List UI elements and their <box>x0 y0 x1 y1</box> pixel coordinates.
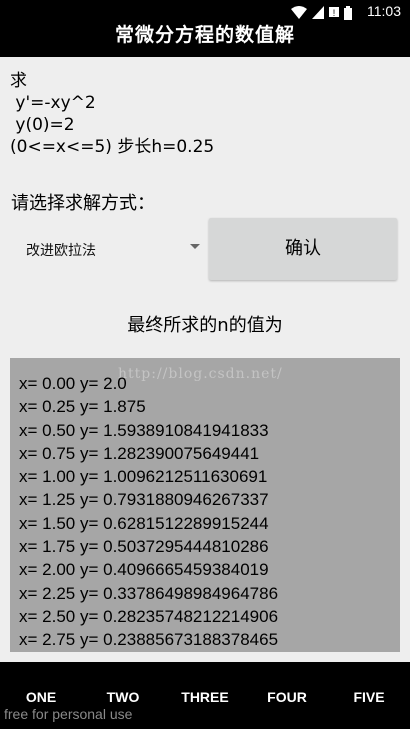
method-spinner[interactable]: 改进欧拉法 <box>11 229 204 269</box>
result-row: x= 0.75 y= 1.282390075649441 <box>19 443 260 463</box>
result-heading: 最终所求的n的值为 <box>127 315 283 336</box>
status-icons: ! <box>291 5 352 20</box>
result-text-area[interactable]: http://blog.csdn.net/ x= 0.00 y= 2.0 x= … <box>10 358 400 652</box>
result-row: x= 2.75 y= 0.23885673188378465 <box>19 630 279 650</box>
confirm-button[interactable]: 确认 <box>209 218 397 280</box>
problem-line: y(0)=2 <box>10 115 75 135</box>
tab-three[interactable]: THREE <box>164 689 246 705</box>
battery-icon <box>344 5 352 20</box>
result-row: x= 2.50 y= 0.28235748212214906 <box>19 606 279 626</box>
method-spinner-value: 改进欧拉法 <box>26 243 96 259</box>
result-row: x= 1.75 y= 0.5037295444810286 <box>19 537 269 557</box>
result-row: x= 0.00 y= 2.0 <box>19 374 127 393</box>
footer-note: free for personal use <box>4 706 133 722</box>
result-row: x= 1.50 y= 0.6281512289915244 <box>19 513 269 533</box>
result-rows: x= 0.00 y= 2.0 x= 0.25 y= 1.875 x= 0.50 … <box>19 372 278 652</box>
result-row: x= 1.00 y= 1.0096212511630691 <box>19 467 268 487</box>
result-row: x= 2.25 y= 0.33786498984964786 <box>19 583 279 603</box>
signal-icon <box>312 6 324 19</box>
result-row: x= 1.25 y= 0.7931880946267337 <box>19 490 269 510</box>
result-row: x= 2.00 y= 0.4096665459384019 <box>19 560 269 580</box>
status-time: 11:03 <box>367 3 401 19</box>
problem-line: y'=-xy^2 <box>10 93 96 113</box>
sms-icon: ! <box>329 7 339 18</box>
problem-statement: 求 y'=-xy^2 y(0)=2 (0<=x<=5) 步长h=0.25 <box>10 70 214 158</box>
dropdown-caret-icon <box>190 244 200 249</box>
method-label: 请选择求解方式： <box>11 193 155 214</box>
result-row: x= 0.50 y= 1.593891084194183​3 <box>19 420 269 440</box>
problem-line: (0<=x<=5) 步长h=0.25 <box>10 137 215 157</box>
wifi-icon <box>291 6 307 19</box>
svg-text:!: ! <box>333 8 336 18</box>
problem-line: 求 <box>10 71 27 91</box>
tab-one[interactable]: ONE <box>0 689 82 705</box>
app-title-bar: 常微分方程的数值解 <box>0 25 410 57</box>
tab-two[interactable]: TWO <box>82 689 164 705</box>
status-bar: ! 11:03 <box>0 0 410 25</box>
main-content: 求 y'=-xy^2 y(0)=2 (0<=x<=5) 步长h=0.25 请选择… <box>0 57 410 662</box>
result-row: x= 0.25 y= 1.875 <box>19 397 146 417</box>
app-title: 常微分方程的数值解 <box>114 24 295 46</box>
tab-five[interactable]: FIVE <box>328 689 410 705</box>
tab-four[interactable]: FOUR <box>246 689 328 705</box>
